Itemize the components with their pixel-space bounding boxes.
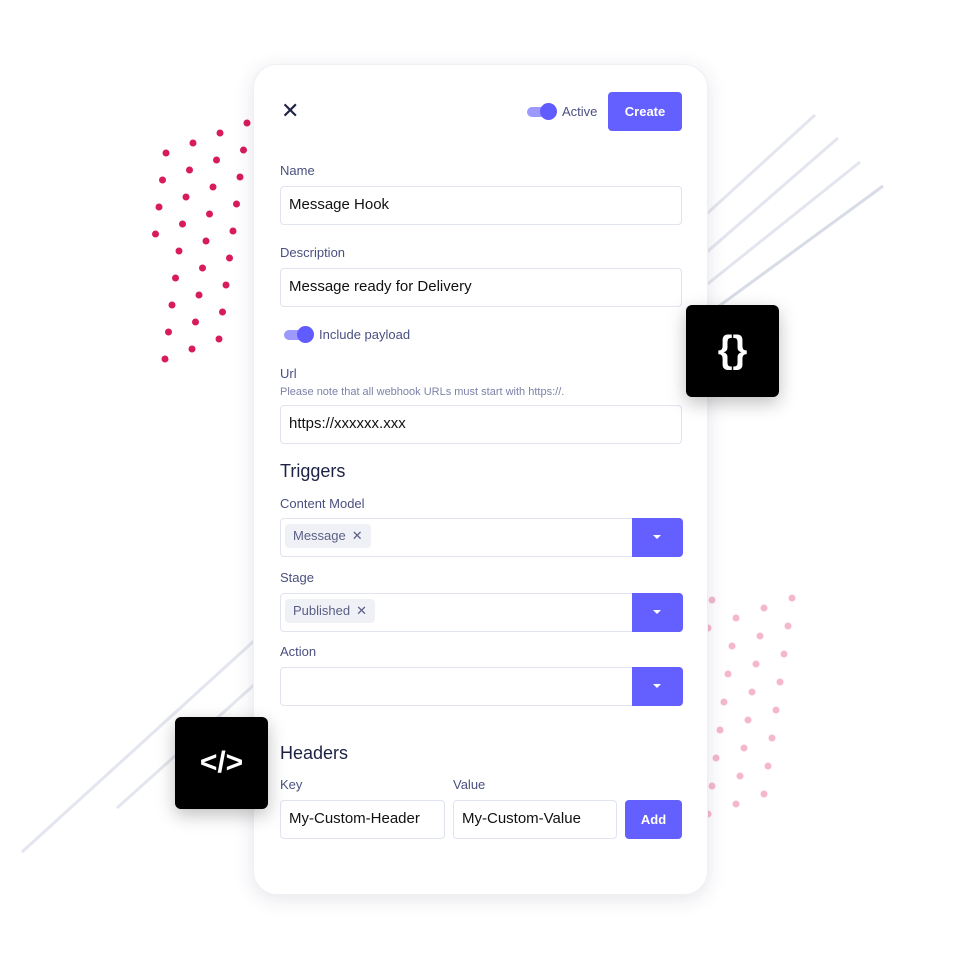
dropdown-button[interactable] [631,592,683,632]
decorative-dot [199,264,206,272]
decorative-dot [243,119,251,127]
decorative-dot [732,614,740,622]
decorative-dot [724,670,732,678]
chip-label: Message [293,528,346,543]
decorative-dot [772,706,780,714]
decorative-dot [768,734,776,742]
decorative-dot [233,200,240,208]
headers-heading: Headers [280,743,349,763]
decorative-dot [175,247,183,255]
code-badge: </> [175,717,268,809]
braces-badge: {} [686,305,779,397]
key-label: Key [280,777,303,792]
add-header-button[interactable]: Add [625,800,682,839]
decorative-dot [744,716,752,724]
decorative-dot [172,274,179,282]
decorative-dot [756,632,764,640]
decorative-dot [760,604,768,612]
dropdown-button[interactable] [631,666,683,706]
decorative-dot [215,335,223,343]
include-payload-toggle[interactable] [284,326,314,343]
decorative-dot [179,220,186,228]
decorative-dot [226,254,233,262]
decorative-dot [213,156,220,164]
decorative-dot [712,754,720,762]
url-hint: Please note that all webhook URLs must s… [280,386,565,398]
action-label: Action [280,644,317,659]
decorative-dot [760,790,768,798]
stage-select[interactable]: Published ✕ [280,592,683,632]
decorative-dot [732,800,740,808]
decorative-dot [716,726,724,734]
decorative-dot [161,355,169,363]
decorative-dot [195,291,203,299]
decorative-dot [788,594,796,602]
decorative-dot [708,596,716,604]
close-icon[interactable]: ✕ [281,100,299,122]
decorative-dot [740,744,748,752]
action-select[interactable] [280,666,683,706]
header-key-input[interactable]: My-Custom-Header [280,800,445,839]
decorative-dot [728,642,736,650]
description-input[interactable]: Message ready for Delivery [280,268,682,307]
decorative-dot [209,183,217,191]
decorative-dot [192,318,199,326]
decorative-dot [736,772,744,780]
decorative-dot [776,678,784,686]
name-label: Name [280,163,315,178]
content-model-select[interactable]: Message ✕ [280,517,683,557]
create-button[interactable]: Create [608,92,682,131]
decorative-dot [186,166,193,174]
decorative-dot [152,230,159,238]
decorative-dot [748,688,756,696]
chip-label: Published [293,603,351,618]
decorative-dot [188,345,196,353]
name-input[interactable]: Message Hook [280,186,682,225]
decorative-dot [159,176,166,184]
decorative-dot [202,237,210,245]
triggers-heading: Triggers [280,461,346,481]
remove-chip-icon[interactable]: ✕ [356,603,367,618]
decorative-dot [240,146,247,154]
decorative-dot [720,698,728,706]
decorative-dot [219,308,226,316]
decorative-dot [206,210,213,218]
decorative-dot [752,660,760,668]
decorative-dot [780,650,788,658]
decorative-dot [236,173,244,181]
stage-chip: Published ✕ [285,599,376,623]
header-value-input[interactable]: My-Custom-Value [453,800,617,839]
content-model-chip: Message ✕ [285,524,371,548]
decorative-dot [229,227,237,235]
decorative-dot [764,762,772,770]
description-label: Description [280,245,346,260]
url-label: Url [280,366,297,381]
active-toggle[interactable] [527,103,557,120]
decorative-dot [784,622,792,630]
remove-chip-icon[interactable]: ✕ [352,528,363,543]
decorative-dot [189,139,197,147]
dropdown-button[interactable] [631,517,683,557]
decorative-dot [168,301,176,309]
content-model-label: Content Model [280,496,365,511]
include-payload-label: Include payload [319,327,411,342]
decorative-dot [165,328,172,336]
active-label: Active [562,104,598,119]
decorative-dot [216,129,224,137]
value-label: Value [453,777,486,792]
decorative-dot [222,281,230,289]
decorative-dot [182,193,190,201]
webhook-form-card: ✕ Active Create Name Message Hook Descri… [253,64,708,895]
stage-label: Stage [280,570,314,585]
decorative-dot [162,149,170,157]
decorative-dot [708,782,716,790]
url-input[interactable]: https://xxxxxx.xxx [280,405,682,444]
decorative-dot [155,203,163,211]
